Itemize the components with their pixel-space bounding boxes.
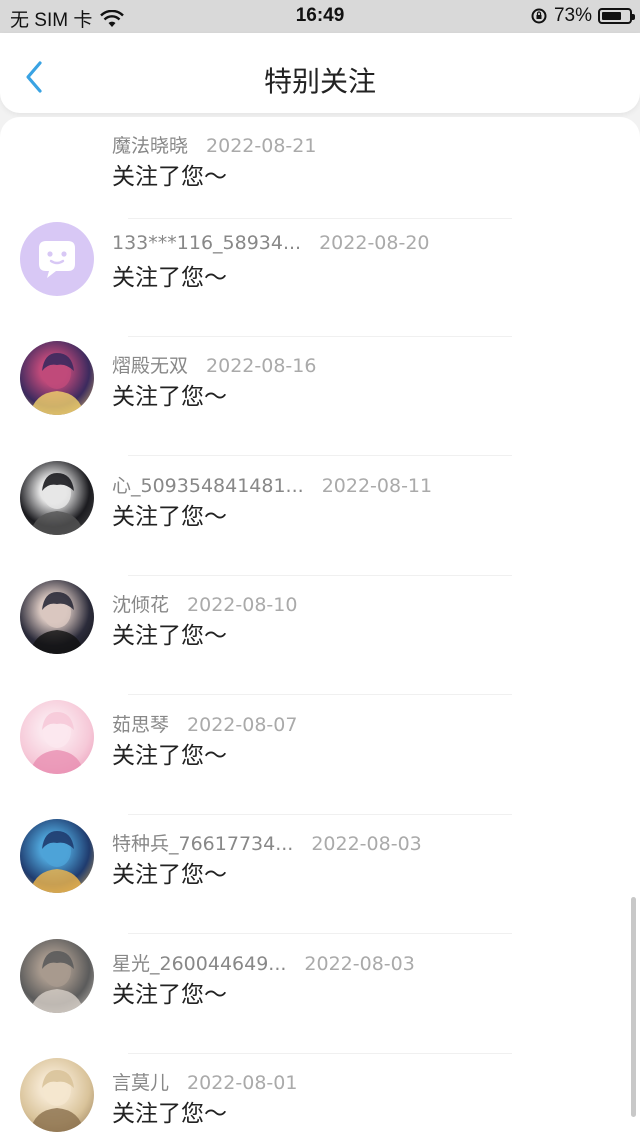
follow-date: 2022-08-07 xyxy=(187,713,298,736)
notification-text: 关注了您～ xyxy=(112,164,227,190)
profile-picture-icon xyxy=(30,1070,84,1132)
notification-text: 关注了您～ xyxy=(112,264,227,291)
status-bar: 无 SIM 卡 16:49 73% xyxy=(0,0,640,33)
user-name-line: 魔法晓晓 2022-08-21 xyxy=(112,131,316,158)
avatar[interactable] xyxy=(20,938,94,1013)
user-name-line: 茹思琴 2022-08-07 xyxy=(112,710,297,737)
avatar[interactable] xyxy=(20,221,94,296)
profile-picture-icon xyxy=(30,831,84,893)
profile-picture-icon xyxy=(30,472,84,535)
follow-date: 2022-08-11 xyxy=(321,474,433,497)
list-item[interactable]: 魔法晓晓 2022-08-21 关注了您～ xyxy=(0,117,640,219)
list-item[interactable]: 133***116_58934... 2022-08-20 关注了您～ xyxy=(0,218,640,337)
list-item[interactable]: 茹思琴 2022-08-07 关注了您～ xyxy=(0,696,640,815)
user-name[interactable]: 言莫儿 xyxy=(112,1072,169,1094)
avatar[interactable] xyxy=(20,341,94,415)
user-name-line: 沈倾花 2022-08-10 xyxy=(112,590,297,617)
user-name-line: 特种兵_76617734... 2022-08-03 xyxy=(112,829,422,856)
avatar[interactable] xyxy=(20,580,94,654)
follow-date: 2022-08-10 xyxy=(187,594,298,616)
battery-icon xyxy=(598,8,635,24)
follow-date: 2022-08-03 xyxy=(304,952,415,975)
avatar[interactable] xyxy=(20,699,94,774)
nav-bar: 特别关注 xyxy=(0,33,640,113)
list-item[interactable]: 言莫儿 2022-08-01 关注了您～ xyxy=(0,1054,640,1138)
battery-fill xyxy=(602,12,621,20)
user-name-line: 133***116_58934... 2022-08-20 xyxy=(112,232,430,254)
avatar[interactable] xyxy=(20,460,94,535)
notification-text: 关注了您～ xyxy=(112,503,227,530)
scrollbar[interactable] xyxy=(631,897,636,1117)
notification-text: 关注了您～ xyxy=(112,981,227,1008)
user-name-line: 言莫儿 2022-08-01 xyxy=(112,1068,297,1095)
chat-bubble-icon xyxy=(39,240,75,278)
user-name-line: 心_509354841481... 2022-08-11 xyxy=(112,471,432,498)
user-name[interactable]: 茹思琴 xyxy=(112,714,169,736)
list-item[interactable]: 沈倾花 2022-08-10 关注了您～ xyxy=(0,576,640,695)
avatar[interactable] xyxy=(20,1058,94,1132)
notification-text: 关注了您～ xyxy=(112,1101,227,1127)
follow-date: 2022-08-01 xyxy=(187,1072,298,1094)
follow-date: 2022-08-21 xyxy=(206,135,317,157)
user-name[interactable]: 魔法晓晓 xyxy=(112,135,188,157)
follow-date: 2022-08-20 xyxy=(319,231,430,254)
notification-text: 关注了您～ xyxy=(112,862,227,888)
user-name-line: 星光_260044649... 2022-08-03 xyxy=(112,949,415,976)
user-name[interactable]: 133***116_58934... xyxy=(112,232,301,254)
user-name[interactable]: 星光_260044649... xyxy=(112,953,286,975)
list-item[interactable]: 特种兵_76617734... 2022-08-03 关注了您～ xyxy=(0,815,640,934)
notification-text: 关注了您～ xyxy=(112,623,227,649)
profile-picture-icon xyxy=(30,711,84,774)
user-name[interactable]: 熠殿无双 xyxy=(112,355,188,377)
list-item[interactable]: 星光_260044649... 2022-08-03 关注了您～ xyxy=(0,935,640,1054)
notification-text: 关注了您～ xyxy=(112,384,227,410)
user-name-line: 熠殿无双 2022-08-16 xyxy=(112,351,316,378)
profile-picture-icon xyxy=(30,353,84,415)
orientation-lock-icon xyxy=(531,8,547,24)
profile-picture-icon xyxy=(30,592,84,654)
status-right: 73% xyxy=(530,5,635,27)
list-item[interactable]: 心_509354841481... 2022-08-11 关注了您～ xyxy=(0,457,640,576)
list-item[interactable]: 熠殿无双 2022-08-16 关注了您～ xyxy=(0,337,640,456)
user-name[interactable]: 特种兵_76617734... xyxy=(112,833,293,855)
profile-picture-icon xyxy=(30,950,84,1013)
avatar[interactable] xyxy=(20,819,94,893)
follower-list: 魔法晓晓 2022-08-21 关注了您～ 133***116_58934... 202… xyxy=(0,117,640,1138)
battery-percent: 73% xyxy=(553,5,592,26)
user-name[interactable]: 沈倾花 xyxy=(112,594,169,616)
notification-text: 关注了您～ xyxy=(112,742,227,769)
follow-date: 2022-08-03 xyxy=(311,833,422,855)
page-title: 特别关注 xyxy=(263,65,376,98)
user-name[interactable]: 心_509354841481... xyxy=(112,475,304,497)
follow-date: 2022-08-16 xyxy=(206,355,317,377)
